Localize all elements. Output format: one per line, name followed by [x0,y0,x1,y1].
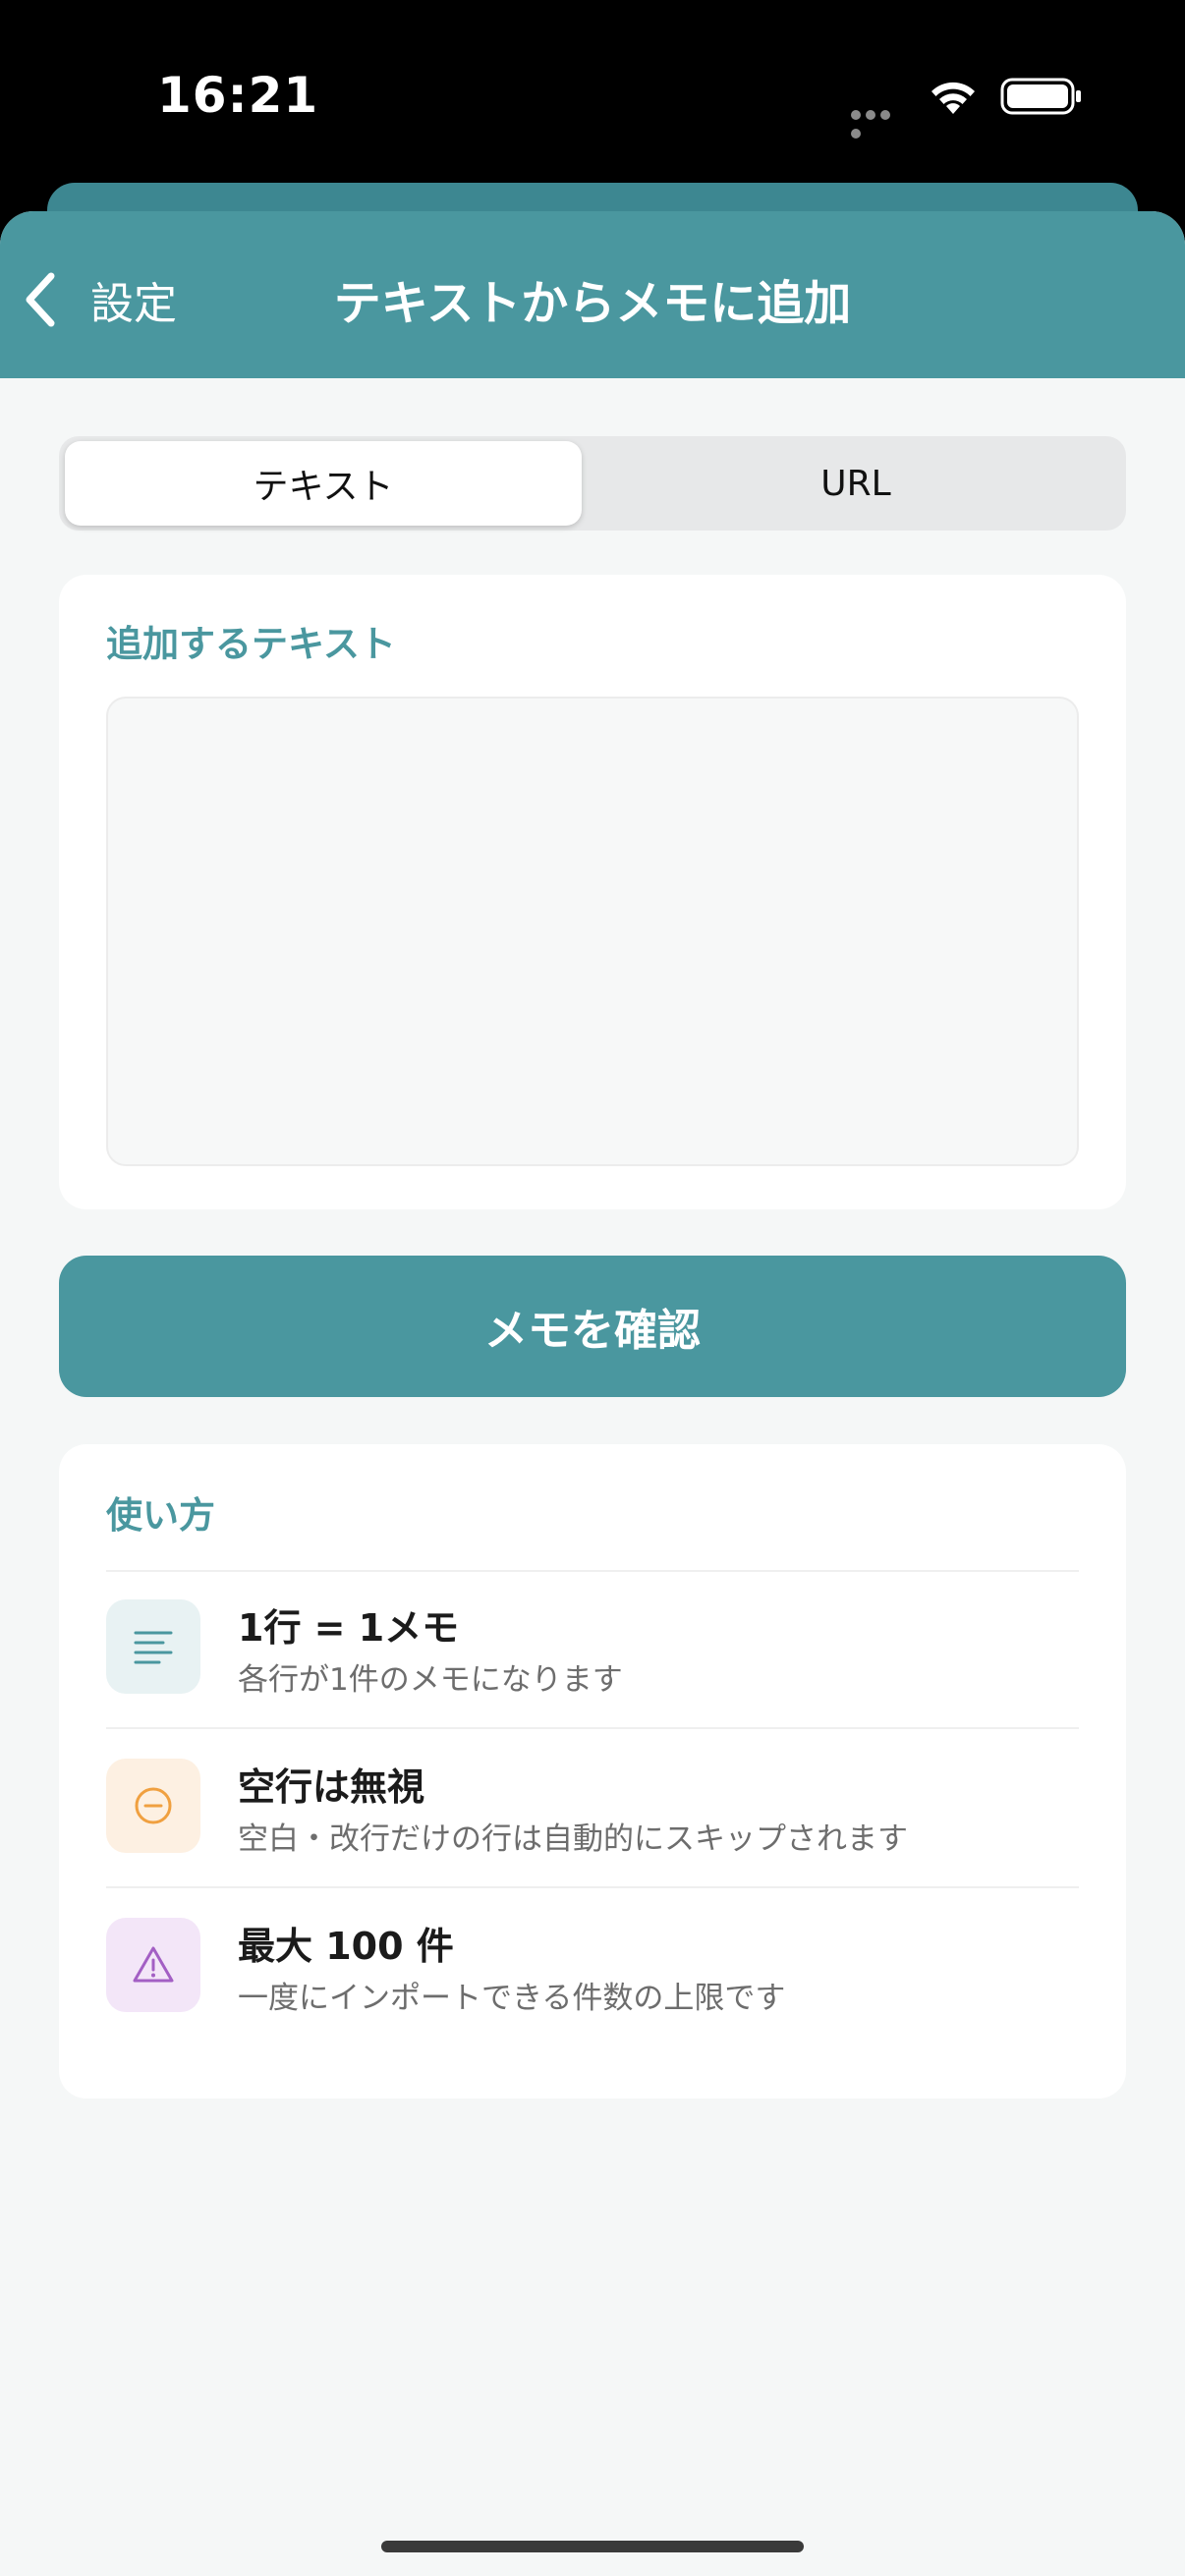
howto-item-description: 空白・改行だけの行は自動的にスキップされます [238,1821,908,1857]
text-lines-icon [106,1599,200,1694]
navigation-bar: テキストからメモに追加 設定 [0,211,1185,378]
howto-item-title: 最大 100 件 [238,1925,454,1968]
signal-dots-icon [851,105,906,139]
page-title: テキストからメモに追加 [333,276,852,331]
status-bar: 16:21 [0,0,1185,187]
memo-text-input[interactable] [106,697,1079,1166]
warning-triangle-icon [106,1918,200,2012]
howto-item-title: 1行 = 1メモ [238,1606,460,1650]
howto-section-label: 使い方 [106,1494,215,1537]
howto-item-description: 一度にインポートできる件数の上限です [238,1981,786,2016]
battery-icon [1000,78,1081,115]
screen: 16:21 テキストからメモに追加 設定 テキスト URL 追加するテキスト メ… [0,0,1185,2576]
modal-sheet: テキストからメモに追加 設定 テキスト URL 追加するテキスト メモを確認 使… [0,211,1185,2576]
howto-item-max-count: 最大 100 件 一度にインポートできる件数の上限です [106,1890,1079,2047]
status-time: 16:21 [157,67,319,124]
segment-text[interactable]: テキスト [65,441,582,526]
howto-item-one-line-one-memo: 1行 = 1メモ 各行が1件のメモになります [106,1572,1079,1729]
back-button[interactable]: 設定 [22,260,177,339]
wifi-icon [931,82,975,114]
source-segmented-control: テキスト URL [59,436,1126,531]
howto-item-description: 各行が1件のメモになります [238,1662,623,1698]
confirm-memo-button[interactable]: メモを確認 [59,1256,1126,1397]
text-section-label: 追加するテキスト [106,623,396,665]
divider [106,1886,1079,1888]
minus-circle-icon [106,1759,200,1853]
back-button-label: 設定 [90,279,177,329]
home-indicator [381,2541,804,2552]
segment-url[interactable]: URL [597,441,1114,526]
howto-item-ignore-blank: 空行は無視 空白・改行だけの行は自動的にスキップされます [106,1731,1079,1888]
chevron-left-icon [26,272,55,327]
howto-card: 使い方 1行 = 1メモ 各行が1件のメモになります 空行は無視 空白・改行だけ… [59,1444,1126,2099]
divider [106,1727,1079,1729]
howto-item-title: 空行は無視 [238,1765,425,1809]
text-input-card: 追加するテキスト [59,575,1126,1209]
